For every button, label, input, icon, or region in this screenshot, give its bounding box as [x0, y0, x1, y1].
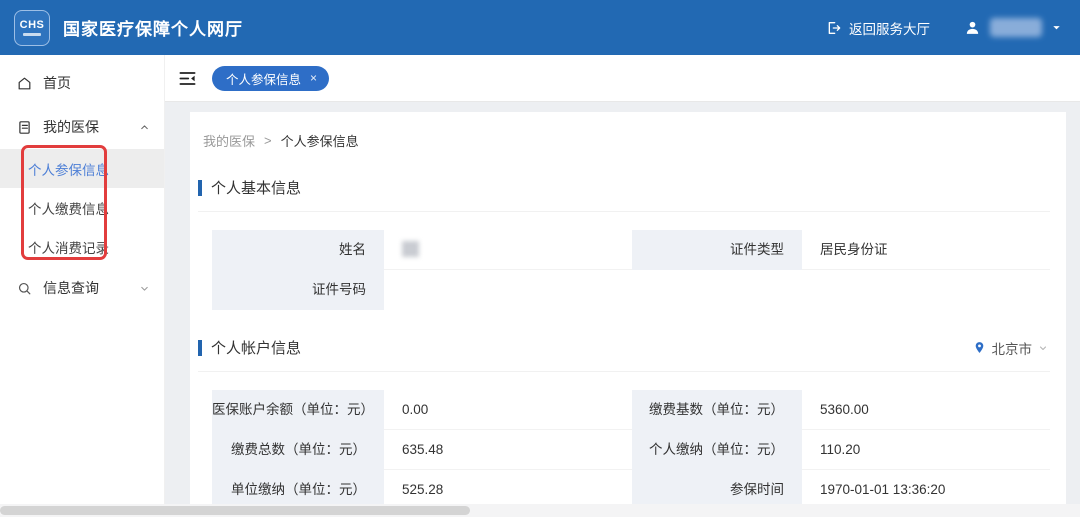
document-icon [15, 118, 33, 136]
exit-hall-icon [826, 20, 842, 36]
sidebar-subitem-enrollment-info[interactable]: 个人参保信息 [0, 149, 164, 188]
sidebar-subitem-payment-info[interactable]: 个人缴费信息 [0, 188, 164, 227]
field-label-name: 姓名 [212, 230, 384, 270]
user-icon [964, 19, 981, 36]
sidebar-item-my-insurance[interactable]: 我的医保 [0, 105, 164, 149]
sidebar-item-info-query[interactable]: 信息查询 [0, 266, 164, 310]
section-divider [198, 211, 1050, 212]
basic-info-table: 姓名 证件类型 居民身份证 证件号码 [212, 230, 1050, 310]
menu-fold-icon[interactable] [178, 69, 197, 88]
app-title: 国家医疗保障个人网厅 [63, 15, 243, 40]
chs-logo: CHS [14, 10, 50, 46]
section-title-text: 个人帐户信息 [211, 337, 301, 358]
section-title-text: 个人基本信息 [211, 177, 301, 198]
field-value-name [384, 230, 632, 270]
section-bar [198, 180, 202, 196]
breadcrumb-separator: > [264, 133, 272, 148]
masked-name-value [402, 241, 419, 257]
field-label: 医保账户余额（单位：元） [212, 390, 384, 430]
app-header: CHS 国家医疗保障个人网厅 返回服务大厅 [0, 0, 1080, 55]
return-hall-label: 返回服务大厅 [849, 18, 930, 38]
return-service-hall-button[interactable]: 返回服务大厅 [826, 18, 930, 38]
search-icon [15, 279, 33, 297]
username-blurred [990, 18, 1042, 37]
sidebar-subitem-label: 个人缴费信息 [28, 198, 109, 218]
field-label-cert-number: 证件号码 [212, 270, 384, 310]
account-info-table: 医保账户余额（单位：元） 0.00 缴费基数（单位：元） 5360.00 缴费总… [212, 390, 1050, 510]
field-value: 110.20 [802, 430, 1050, 470]
region-selector[interactable]: 北京市 [973, 338, 1049, 358]
sidebar: 首页 我的医保 个人参保信息 个人缴费信息 个人消费记录 [0, 55, 165, 517]
sidebar-item-label: 信息查询 [43, 278, 139, 298]
field-value: 0.00 [384, 390, 632, 430]
chevron-down-icon[interactable] [1051, 22, 1062, 33]
sidebar-subitem-label: 个人消费记录 [28, 237, 109, 257]
region-name: 北京市 [992, 338, 1033, 358]
logo-text: CHS [20, 20, 45, 31]
breadcrumb-parent[interactable]: 我的医保 [203, 131, 255, 150]
sidebar-item-home[interactable]: 首页 [0, 61, 164, 105]
user-menu[interactable] [964, 18, 1062, 37]
section-divider [198, 371, 1050, 372]
field-value: 635.48 [384, 430, 632, 470]
breadcrumb-current: 个人参保信息 [281, 131, 359, 150]
section-title-account-info: 个人帐户信息 [198, 337, 301, 358]
chevron-down-icon [139, 283, 150, 294]
tab-bar: 个人参保信息 × [165, 55, 1080, 102]
field-label: 个人缴纳（单位：元） [632, 430, 802, 470]
sidebar-item-label: 首页 [43, 73, 150, 93]
chevron-down-icon [1038, 343, 1048, 353]
field-value: 5360.00 [802, 390, 1050, 430]
section-bar [198, 340, 202, 356]
logo-subtext-bar [23, 33, 41, 36]
sidebar-subitem-consumption-records[interactable]: 个人消费记录 [0, 227, 164, 266]
content-area: 我的医保 > 个人参保信息 个人基本信息 姓名 证件类型 居民身份证 [165, 102, 1080, 517]
location-pin-icon [973, 340, 986, 355]
field-label: 缴费基数（单位：元） [632, 390, 802, 430]
section-title-basic-info: 个人基本信息 [198, 177, 301, 198]
tab-label: 个人参保信息 [226, 69, 301, 88]
sidebar-item-label: 我的医保 [43, 117, 139, 137]
breadcrumb: 我的医保 > 个人参保信息 [198, 131, 1050, 150]
field-value-cert-number [384, 270, 1050, 310]
home-icon [15, 74, 33, 92]
horizontal-scrollbar-thumb[interactable] [0, 506, 470, 515]
field-value-cert-type: 居民身份证 [802, 230, 1050, 270]
tab-close-icon[interactable]: × [310, 72, 317, 84]
tab-enrollment-info[interactable]: 个人参保信息 × [212, 66, 329, 91]
sidebar-subitem-label: 个人参保信息 [28, 159, 109, 179]
chevron-up-icon [139, 122, 150, 133]
field-label-cert-type: 证件类型 [632, 230, 802, 270]
field-label: 缴费总数（单位：元） [212, 430, 384, 470]
main-card: 我的医保 > 个人参保信息 个人基本信息 姓名 证件类型 居民身份证 [190, 112, 1066, 517]
